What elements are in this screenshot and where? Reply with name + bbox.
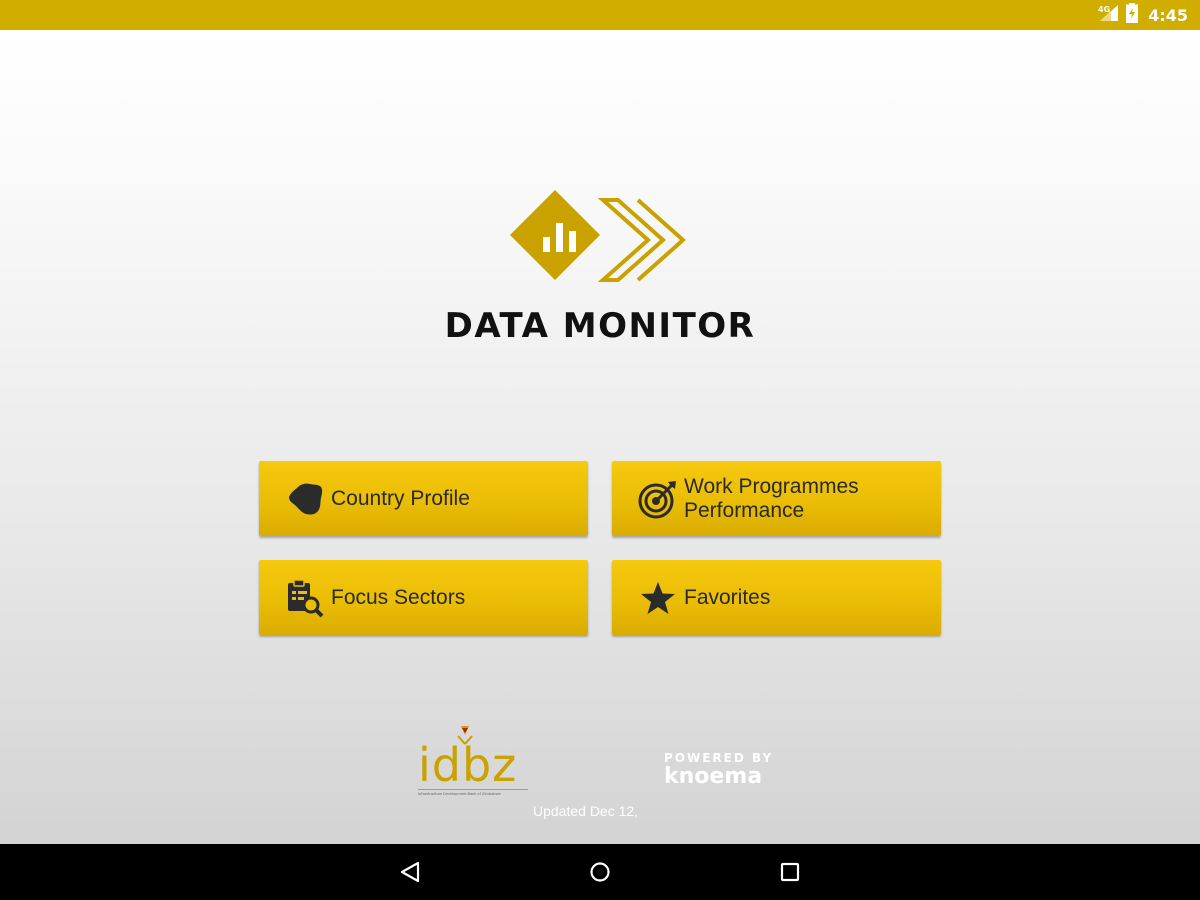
country-profile-label: Country Profile <box>331 486 470 510</box>
zimbabwe-map-icon <box>285 479 325 519</box>
favorites-button[interactable]: Favorites <box>612 560 941 635</box>
idbz-logo-subtitle: Infrastructure Development Bank of Zimba… <box>418 789 528 796</box>
recents-square-icon[interactable] <box>775 858 805 886</box>
country-profile-button[interactable]: Country Profile <box>259 461 588 536</box>
main-screen: DATA MONITOR Country Profile Work Progra… <box>0 30 1200 844</box>
star-icon <box>638 578 678 618</box>
status-bar: 4G 4:45 <box>0 0 1200 30</box>
network-signal-icon: 4G <box>1098 4 1120 26</box>
powered-by-text: POWERED BY <box>664 751 774 765</box>
navigation-bar <box>0 844 1200 900</box>
svg-text:4G: 4G <box>1098 5 1110 14</box>
powered-by-knoema-logo: POWERED BY knoema <box>664 752 773 788</box>
idbz-logo-text: idbz <box>418 738 518 792</box>
battery-icon <box>1126 3 1139 27</box>
data-monitor-logo-icon <box>505 185 690 289</box>
knoema-text: knoema <box>664 764 763 789</box>
focus-sectors-button[interactable]: Focus Sectors <box>259 560 588 635</box>
app-title: DATA MONITOR <box>444 306 756 346</box>
home-circle-icon[interactable] <box>585 858 615 886</box>
status-icons: 4G 4:45 <box>1098 0 1188 30</box>
work-programmes-performance-label: Work Programmes Performance <box>684 474 859 522</box>
favorites-label: Favorites <box>684 585 771 609</box>
focus-sectors-label: Focus Sectors <box>331 585 466 609</box>
work-programmes-performance-button[interactable]: Work Programmes Performance <box>612 461 941 536</box>
back-triangle-icon[interactable] <box>395 858 425 886</box>
status-time: 4:45 <box>1148 5 1188 25</box>
target-icon <box>638 479 678 519</box>
clipboard-search-icon <box>285 578 325 618</box>
updated-date-text: Updated Dec 12, <box>533 803 639 819</box>
